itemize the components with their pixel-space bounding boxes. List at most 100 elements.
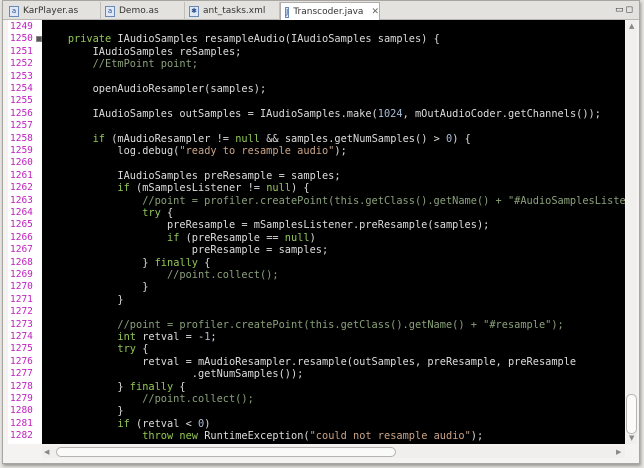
- code-line: //EtmPoint point;: [43, 58, 198, 70]
- keyword: int: [117, 331, 137, 343]
- comment: //point = profiler.createPoint(this.getC…: [43, 194, 625, 207]
- line-number: 1262: [10, 182, 33, 194]
- code-line: IAudioSamples reSamples;: [43, 45, 242, 58]
- code-editor[interactable]: private IAudioSamples resampleAudio(IAud…: [42, 20, 625, 444]
- keyword: finally: [154, 256, 198, 269]
- code-line: openAudioResampler(samples);: [43, 83, 267, 95]
- code-line: } finally {: [43, 257, 210, 269]
- code-text: && samples.getNumSamples() >: [260, 132, 446, 145]
- code-line: log.debug("ready to resample audio");: [43, 145, 347, 157]
- horizontal-scroll-thumb[interactable]: [56, 447, 396, 457]
- line-number: 1265: [10, 219, 33, 231]
- tab-transcoder-java[interactable]: J Transcoder.java ✕: [280, 2, 380, 21]
- keyword: if: [167, 231, 180, 244]
- code-text: {: [136, 343, 149, 356]
- code-text: (retval <: [129, 417, 199, 430]
- code-text: ) {: [452, 132, 471, 145]
- string-literal: "could not resample audio": [309, 430, 471, 443]
- keyword: null: [235, 132, 261, 145]
- code-text: {: [173, 380, 186, 393]
- code-line: }: [43, 281, 148, 293]
- keyword: private: [67, 33, 112, 46]
- code-text: );: [334, 145, 347, 157]
- code-text: }: [43, 281, 149, 294]
- code-text: IAudioSamples resampleAudio(IAudioSample…: [111, 33, 440, 46]
- keyword: throw: [142, 430, 174, 443]
- code-text: IAudioSamples reSamples;: [43, 45, 242, 58]
- as-file-icon: a: [9, 5, 19, 17]
- code-line: }: [43, 294, 123, 306]
- line-number: 1275: [10, 343, 33, 355]
- code-text: (mAudioResampler !=: [105, 132, 236, 145]
- maximize-icon[interactable]: ◻: [626, 5, 635, 15]
- tab-karplayer-as[interactable]: a KarPlayer.as: [5, 2, 101, 20]
- vertical-scrollbar[interactable]: ▲ ▼: [626, 20, 637, 444]
- code-text: retval = mAudioResampler.resample(outSam…: [43, 355, 577, 368]
- code-line: preResample = samples;: [43, 244, 328, 256]
- line-number: 1267: [10, 244, 33, 256]
- line-number: 1277: [10, 368, 33, 380]
- minimize-icon[interactable]: ▭: [615, 5, 626, 15]
- line-number: 1280: [10, 405, 33, 417]
- code-text: ) {: [291, 182, 310, 195]
- line-number: 1282: [10, 430, 33, 442]
- code-line: retval = mAudioResampler.resample(outSam…: [43, 356, 576, 368]
- code-line: IAudioSamples preResample = samples;: [43, 169, 341, 182]
- tab-ant-tasks-xml[interactable]: ✱ ant_tasks.xml: [185, 2, 280, 20]
- code-line: if (mSamplesListener != null) {: [43, 182, 310, 195]
- tab-label: ant_tasks.xml: [203, 6, 266, 16]
- scroll-down-icon[interactable]: ▼: [629, 434, 634, 442]
- code-line: //point = profiler.createPoint(this.getC…: [43, 319, 563, 331]
- code-text: ;: [210, 331, 217, 343]
- line-number: 1258: [10, 132, 33, 144]
- code-line: if (mAudioResampler != null && samples.g…: [43, 133, 471, 145]
- vertical-scroll-thumb[interactable]: [626, 394, 637, 434]
- code-text: retval = -: [136, 331, 205, 343]
- keyword: if: [92, 132, 106, 145]
- code-text: preResample = samples;: [43, 244, 329, 257]
- line-number: 1263: [10, 194, 33, 206]
- code-text: }: [43, 405, 124, 418]
- code-line: } finally {: [43, 380, 186, 393]
- code-line: log.debug("resampled {} input samples ({…: [43, 443, 625, 444]
- line-number: 1273: [10, 318, 33, 330]
- code-line: //point.collect();: [43, 269, 279, 281]
- code-text: IAudioSamples preResample = samples;: [43, 169, 341, 182]
- tab-demo-as[interactable]: a Demo.as: [101, 2, 185, 20]
- scroll-right-icon[interactable]: ▶: [616, 448, 621, 456]
- code-text: preResample = mSamplesListener.preResamp…: [43, 219, 490, 232]
- scroll-up-icon[interactable]: ▲: [629, 22, 634, 30]
- keyword: if: [117, 182, 130, 195]
- code-text: RuntimeException(: [198, 430, 310, 443]
- line-number: 1255: [10, 95, 33, 107]
- window-controls[interactable]: ▭◻: [615, 5, 635, 15]
- keyword: null: [284, 231, 310, 244]
- keyword: try: [117, 343, 137, 356]
- comment: //point.collect();: [43, 269, 279, 281]
- code-text: (preResample ==: [179, 231, 285, 244]
- code-line: if (preResample == null): [43, 232, 316, 244]
- code-text: (mSamplesListener !=: [129, 182, 267, 195]
- line-number-gutter: 1249 1250 1251 1252 1253 1254 1255 1256 1257 1258…: [8, 20, 42, 444]
- line-number: 1249: [10, 21, 33, 32]
- horizontal-scrollbar[interactable]: ◀ ▶: [42, 446, 625, 458]
- scroll-left-icon[interactable]: ◀: [44, 448, 49, 456]
- line-number: 1270: [10, 281, 33, 293]
- line-number: 1281: [10, 417, 33, 429]
- line-number: 1251: [10, 45, 33, 57]
- line-number: 1257: [10, 120, 33, 132]
- line-number: 1250: [10, 33, 33, 45]
- line-number: 1252: [10, 58, 33, 70]
- line-number: 1266: [10, 231, 33, 243]
- code-text: {: [198, 256, 211, 269]
- code-text: );: [470, 430, 484, 443]
- line-number: 1276: [10, 355, 33, 367]
- code-line: try {: [43, 207, 173, 219]
- line-number: 1272: [10, 306, 33, 318]
- keyword: if: [117, 417, 130, 430]
- close-tab-icon[interactable]: ✕: [371, 7, 379, 17]
- code-text: .getNumSamples());: [43, 368, 304, 381]
